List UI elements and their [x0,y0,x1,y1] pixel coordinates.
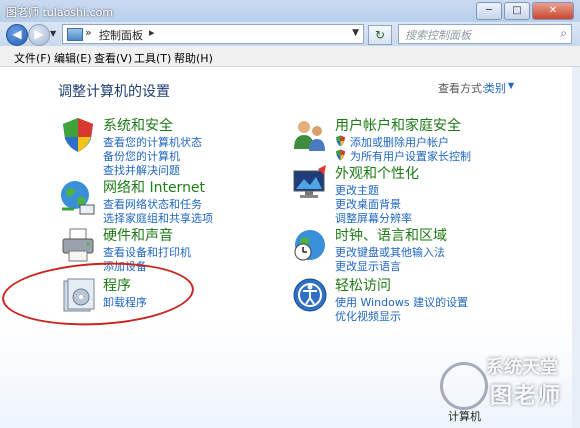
minimize-button[interactable]: ─ [476,2,502,20]
search-input[interactable]: 搜索控制面板 ⌕ [398,24,572,44]
back-button[interactable]: ◀ [6,24,28,46]
category-ease-of-access: 轻松访问 使用 Windows 建议的设置 优化视频显示 [290,275,530,323]
category-title[interactable]: 轻松访问 [335,275,391,295]
control-panel-icon [67,28,83,41]
watermark-line-2: 图老师 [490,384,563,409]
category-hardware-sound: 硬件和声音 查看设备和打印机 添加设备 [58,225,258,273]
address-bar[interactable]: » 控制面板 ▸ ▼ [62,24,364,44]
link-find-fix-problems[interactable]: 查找并解决问题 [103,162,180,178]
menu-file[interactable]: 文件(F) [14,50,51,66]
address-dropdown-icon[interactable]: ▼ [352,28,359,38]
watermark-text: 图老师 tulaoshi.com [6,6,114,19]
breadcrumb-chevron-icon[interactable]: ▸ [149,26,155,39]
category-title[interactable]: 系统和安全 [103,115,173,135]
close-button[interactable]: ✕ [532,2,574,20]
menu-bar: 文件(F) 编辑(E) 查看(V) 工具(T) 帮助(H) [0,46,580,67]
watermark-line-1: 系统天堂 [486,357,558,378]
uac-shield-icon [335,135,346,147]
link-change-display-language[interactable]: 更改显示语言 [335,258,401,274]
category-title[interactable]: 时钟、语言和区域 [335,225,447,245]
printer-icon[interactable] [58,225,98,265]
category-appearance: 外观和个性化 更改主题 更改桌面背景 调整屏幕分辨率 [290,163,530,225]
breadcrumb-control-panel[interactable]: 控制面板 [99,27,143,43]
maximize-button[interactable]: □ [504,2,530,20]
link-adjust-resolution[interactable]: 调整屏幕分辨率 [335,210,412,226]
link-homegroup-sharing[interactable]: 选择家庭组和共享选项 [103,210,213,226]
highlight-oval [0,258,196,330]
network-globe-icon[interactable] [58,177,98,217]
menu-edit[interactable]: 编辑(E) [54,50,92,66]
shield-icon[interactable] [58,115,98,155]
category-clock-region: 时钟、语言和区域 更改键盘或其他输入法 更改显示语言 [290,225,530,273]
menu-help[interactable]: 帮助(H) [174,50,213,66]
view-by-dropdown[interactable]: 类别 [484,80,506,96]
monitor-icon[interactable] [290,163,330,203]
menu-tools[interactable]: 工具(T) [134,50,171,66]
navigation-bar: ◀ ▶ ▼ » 控制面板 ▸ ▼ ↻ 搜索控制面板 ⌕ [0,22,580,46]
link-optimize-video-display[interactable]: 优化视频显示 [335,308,401,324]
category-user-accounts: 用户帐户和家庭安全 添加或删除用户帐户 为所有用户设置家长控制 [290,115,530,163]
uac-shield-icon [335,149,346,161]
category-title[interactable]: 外观和个性化 [335,163,419,183]
watermark-logo-icon [440,362,488,410]
page-title: 调整计算机的设置 [58,84,170,100]
recent-pages-dropdown-icon[interactable]: ▼ [50,29,56,38]
forward-button[interactable]: ▶ [28,24,50,46]
scrollbar[interactable] [572,67,580,428]
window-controls: ─ □ ✕ [476,2,574,20]
search-placeholder: 搜索控制面板 [405,29,471,42]
category-system-security: 系统和安全 查看您的计算机状态 备份您的计算机 查找并解决问题 [58,115,258,178]
search-icon[interactable]: ⌕ [560,26,567,41]
link-parental-controls[interactable]: 为所有用户设置家长控制 [350,148,471,164]
taskbar-computer[interactable]: 计算机 [448,408,481,424]
refresh-button[interactable]: ↻ [368,25,392,45]
chevron-down-icon[interactable]: ▼ [508,81,514,90]
users-icon[interactable] [290,115,330,155]
ease-of-access-icon[interactable] [290,275,330,315]
category-network-internet: 网络和 Internet 查看网络状态和任务 选择家庭组和共享选项 [58,177,258,225]
title-bar: 图老师 tulaoshi.com ─ □ ✕ [0,0,580,22]
category-title[interactable]: 硬件和声音 [103,225,173,245]
clock-globe-icon[interactable] [290,225,330,265]
menu-view[interactable]: 查看(V) [94,50,132,66]
breadcrumb-separator[interactable]: » [85,26,92,39]
category-title[interactable]: 用户帐户和家庭安全 [335,115,461,135]
view-by-label: 查看方式: [438,82,486,95]
category-title[interactable]: 网络和 Internet [103,177,205,197]
